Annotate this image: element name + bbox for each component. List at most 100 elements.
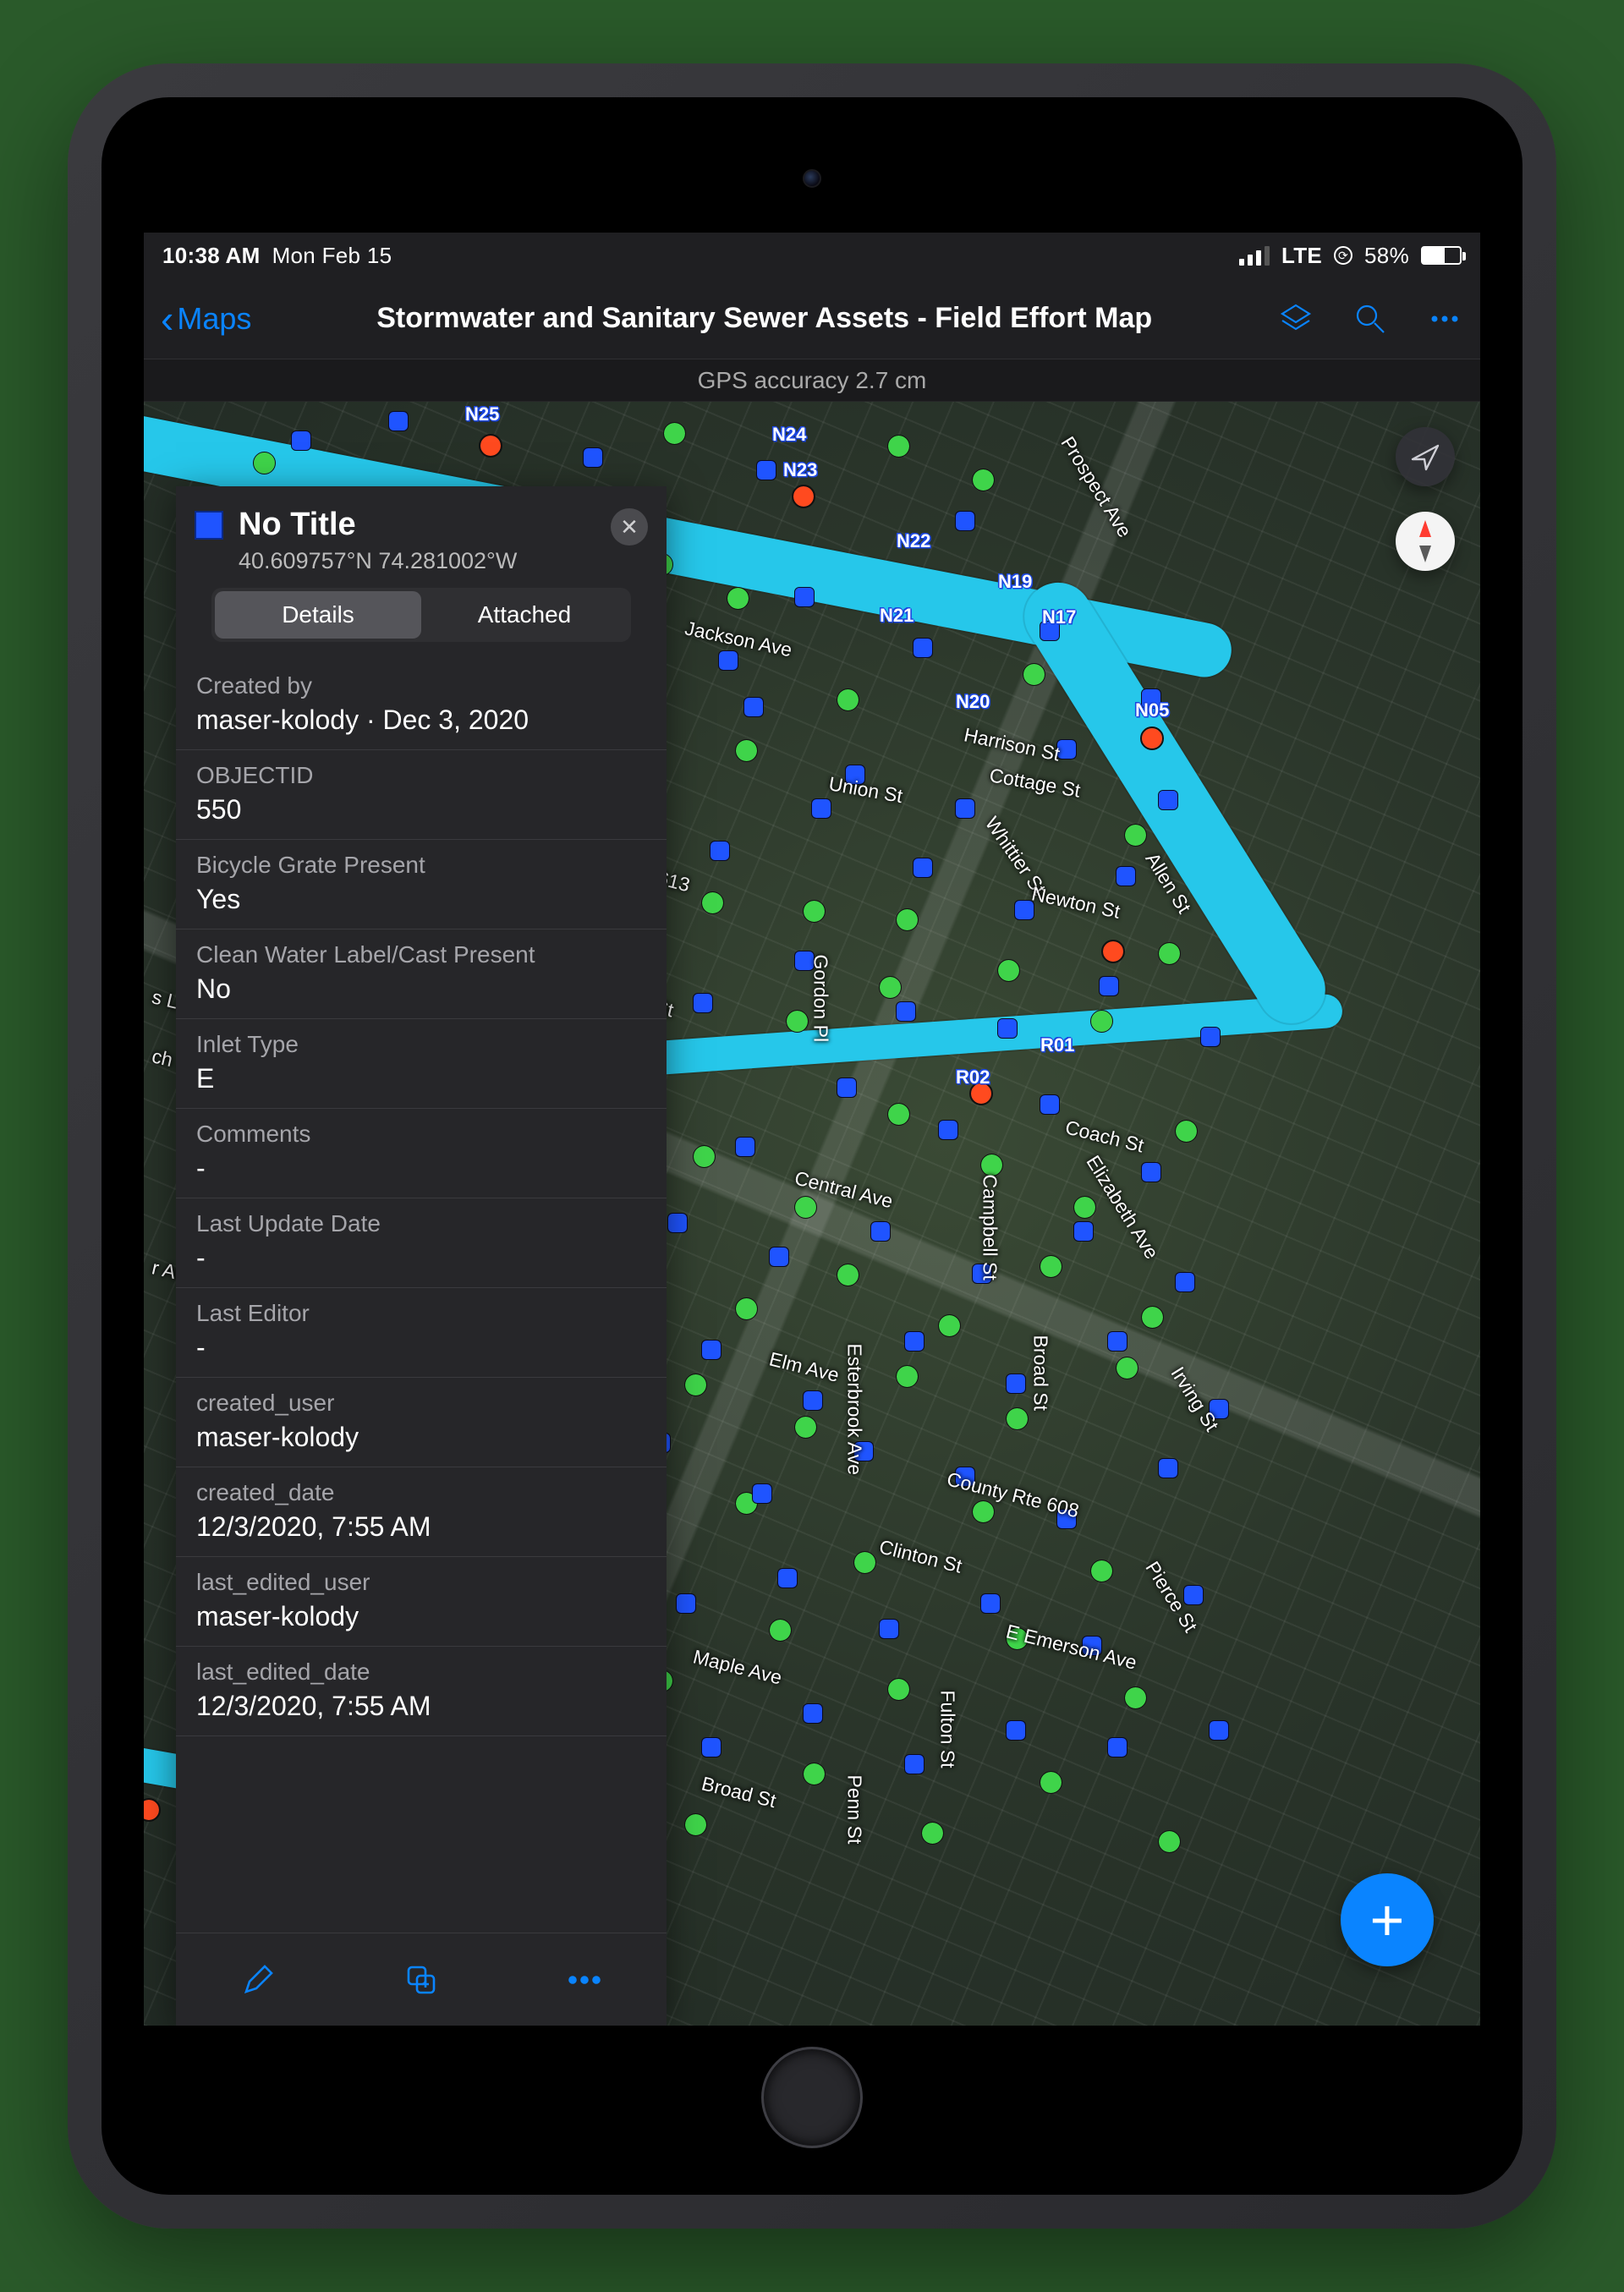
- asset-blue-square[interactable]: [956, 799, 974, 818]
- asset-blue-square[interactable]: [804, 1391, 822, 1410]
- asset-blue-square[interactable]: [702, 1341, 721, 1359]
- asset-green-dot[interactable]: [1040, 1256, 1062, 1277]
- asset-green-dot[interactable]: [880, 977, 901, 998]
- asset-green-dot[interactable]: [981, 1154, 1002, 1176]
- asset-green-dot[interactable]: [694, 1146, 715, 1167]
- asset-green-dot[interactable]: [736, 1298, 757, 1319]
- asset-green-dot[interactable]: [727, 588, 749, 609]
- asset-green-dot[interactable]: [888, 1104, 909, 1125]
- asset-green-dot[interactable]: [973, 1501, 994, 1522]
- layers-button[interactable]: [1277, 300, 1314, 337]
- asset-blue-square[interactable]: [998, 1019, 1017, 1038]
- asset-green-dot[interactable]: [685, 1374, 706, 1395]
- asset-green-dot[interactable]: [1176, 1121, 1197, 1142]
- asset-green-dot[interactable]: [804, 1763, 825, 1785]
- asset-green-dot[interactable]: [804, 901, 825, 922]
- asset-green-dot[interactable]: [736, 740, 757, 761]
- asset-green-dot[interactable]: [1142, 1307, 1163, 1328]
- asset-green-dot[interactable]: [897, 909, 918, 930]
- home-button[interactable]: [761, 2047, 863, 2148]
- asset-blue-square[interactable]: [736, 1138, 754, 1156]
- search-button[interactable]: [1352, 300, 1389, 337]
- asset-blue-square[interactable]: [1142, 1163, 1160, 1182]
- asset-green-dot[interactable]: [702, 892, 723, 913]
- asset-green-dot[interactable]: [973, 469, 994, 491]
- asset-green-dot[interactable]: [685, 1814, 706, 1835]
- asset-green-dot[interactable]: [664, 423, 685, 444]
- asset-green-dot[interactable]: [1091, 1011, 1112, 1032]
- asset-blue-square[interactable]: [956, 512, 974, 530]
- asset-red-dot[interactable]: [1103, 941, 1123, 962]
- asset-green-dot[interactable]: [1125, 1687, 1146, 1708]
- asset-blue-square[interactable]: [389, 412, 408, 430]
- asset-blue-square[interactable]: [1159, 791, 1177, 809]
- asset-blue-square[interactable]: [981, 1594, 1000, 1613]
- locate-me-button[interactable]: [1396, 427, 1455, 486]
- asset-green-dot[interactable]: [795, 1417, 816, 1438]
- asset-blue-square[interactable]: [1007, 1374, 1025, 1393]
- asset-blue-square[interactable]: [584, 448, 602, 467]
- add-feature-button[interactable]: +: [1341, 1873, 1434, 1966]
- asset-blue-square[interactable]: [1040, 1095, 1059, 1114]
- asset-green-dot[interactable]: [854, 1552, 875, 1573]
- panel-close-button[interactable]: ✕: [611, 508, 648, 546]
- asset-green-dot[interactable]: [1125, 825, 1146, 846]
- asset-green-dot[interactable]: [1116, 1357, 1138, 1379]
- asset-blue-square[interactable]: [1108, 1332, 1127, 1351]
- asset-blue-square[interactable]: [939, 1121, 957, 1139]
- asset-green-dot[interactable]: [1159, 1831, 1180, 1852]
- asset-blue-square[interactable]: [905, 1755, 924, 1774]
- asset-blue-square[interactable]: [1201, 1028, 1220, 1046]
- asset-green-dot[interactable]: [795, 1197, 816, 1218]
- asset-green-dot[interactable]: [837, 689, 859, 710]
- asset-blue-square[interactable]: [1100, 977, 1118, 995]
- asset-green-dot[interactable]: [837, 1264, 859, 1286]
- asset-blue-square[interactable]: [1116, 867, 1135, 886]
- back-button[interactable]: ‹ Maps: [161, 299, 251, 338]
- asset-blue-square[interactable]: [1159, 1459, 1177, 1478]
- asset-blue-square[interactable]: [753, 1484, 771, 1503]
- asset-blue-square[interactable]: [880, 1620, 898, 1638]
- asset-blue-square[interactable]: [871, 1222, 890, 1241]
- asset-red-dot[interactable]: [480, 436, 501, 456]
- asset-green-dot[interactable]: [254, 452, 275, 474]
- asset-blue-square[interactable]: [719, 651, 738, 670]
- asset-green-dot[interactable]: [1159, 943, 1180, 964]
- asset-blue-square[interactable]: [292, 431, 310, 450]
- asset-green-dot[interactable]: [998, 960, 1019, 981]
- asset-blue-square[interactable]: [757, 461, 776, 480]
- asset-green-dot[interactable]: [1040, 1772, 1062, 1793]
- more-button[interactable]: [1426, 300, 1463, 337]
- asset-blue-square[interactable]: [804, 1704, 822, 1723]
- asset-blue-square[interactable]: [914, 858, 932, 877]
- asset-green-dot[interactable]: [922, 1823, 943, 1844]
- asset-blue-square[interactable]: [905, 1332, 924, 1351]
- asset-blue-square[interactable]: [897, 1002, 915, 1021]
- asset-green-dot[interactable]: [1023, 664, 1045, 685]
- asset-blue-square[interactable]: [702, 1738, 721, 1757]
- asset-blue-square[interactable]: [795, 588, 814, 606]
- asset-blue-square[interactable]: [812, 799, 831, 818]
- asset-blue-square[interactable]: [1108, 1738, 1127, 1757]
- compass-button[interactable]: [1396, 512, 1455, 571]
- asset-blue-square[interactable]: [668, 1214, 687, 1232]
- asset-blue-square[interactable]: [1176, 1273, 1194, 1291]
- asset-blue-square[interactable]: [1007, 1721, 1025, 1740]
- panel-more-button[interactable]: [555, 1950, 614, 2010]
- asset-red-dot[interactable]: [793, 486, 814, 507]
- asset-blue-square[interactable]: [770, 1247, 788, 1266]
- asset-blue-square[interactable]: [744, 698, 763, 716]
- asset-green-dot[interactable]: [888, 436, 909, 457]
- asset-blue-square[interactable]: [914, 639, 932, 657]
- asset-blue-square[interactable]: [778, 1569, 797, 1587]
- asset-blue-square[interactable]: [1074, 1222, 1093, 1241]
- asset-blue-square[interactable]: [710, 842, 729, 860]
- asset-red-dot[interactable]: [1142, 728, 1162, 748]
- asset-green-dot[interactable]: [770, 1620, 791, 1641]
- asset-green-dot[interactable]: [1074, 1197, 1095, 1218]
- panel-body[interactable]: Created by maser-kolody · Dec 3, 2020 OB…: [176, 652, 667, 1933]
- asset-green-dot[interactable]: [939, 1315, 960, 1336]
- asset-green-dot[interactable]: [1007, 1408, 1028, 1429]
- asset-blue-square[interactable]: [677, 1594, 695, 1613]
- copy-feature-button[interactable]: [392, 1950, 451, 2010]
